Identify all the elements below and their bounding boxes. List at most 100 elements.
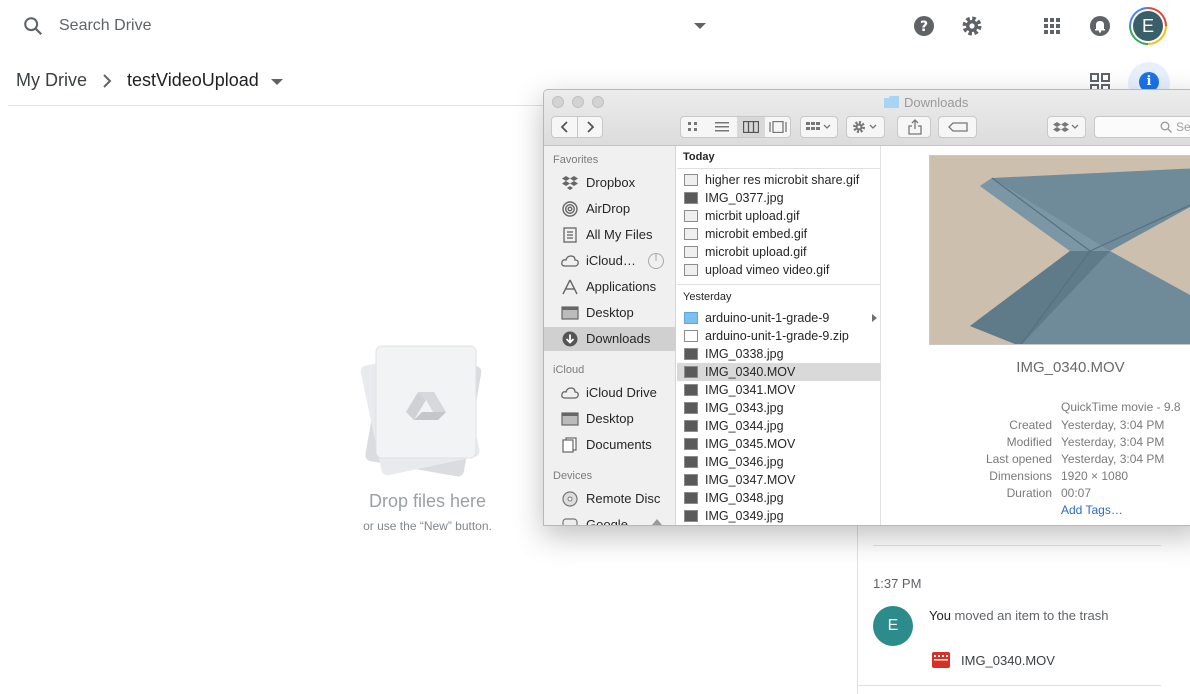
minimize-window-button[interactable] [572,96,584,108]
view-mode-segmented[interactable] [680,116,791,138]
breadcrumb-my-drive[interactable]: My Drive [16,70,87,91]
zoom-window-button[interactable] [592,96,604,108]
file-row[interactable]: arduino-unit-1-grade-9.zip [677,327,881,345]
sidebar-item-desktop[interactable]: Desktop [544,301,676,325]
file-name: micrbit upload.gif [705,209,800,223]
sidebar-item-dropbox[interactable]: Dropbox [544,171,676,195]
sidebar-item-label: Desktop [586,411,634,426]
meta-key-created: Created [1009,418,1052,432]
file-name: IMG_0340.MOV [705,365,796,379]
cloud-icon [561,387,579,399]
file-row-selected[interactable]: IMG_0340.MOV [677,363,881,381]
sidebar-item-icloud-drive[interactable]: iCloud Drive [544,381,676,405]
back-chevron-icon[interactable] [558,120,572,134]
gallery-view-icon[interactable] [769,121,787,133]
disclosure-arrow-icon [872,314,877,322]
sidebar-item-label: Downloads [586,331,651,346]
activity-time: 1:37 PM [873,576,922,591]
share-button[interactable] [897,116,931,138]
tag-icon [948,122,968,132]
sidebar-item-label: Dropbox [586,175,636,190]
help-icon[interactable]: ? [912,14,936,38]
meta-key-duration: Duration [1006,486,1052,500]
gear-icon [853,121,877,133]
column-view-icon[interactable] [743,121,759,133]
sidebar-item-label: All My Files [586,227,653,242]
folder-menu-caret-icon[interactable] [271,79,283,85]
desktop-icon [561,412,579,426]
account-avatar[interactable]: E [1129,7,1167,45]
sidebar-heading-icloud: iCloud [553,364,585,376]
settings-gear-icon[interactable] [960,14,984,38]
search-input[interactable]: Search Drive [59,17,151,35]
gif-file-icon [684,210,698,222]
search-options-caret-icon[interactable] [694,23,706,29]
sidebar-item-icloud[interactable]: iCloud… [544,249,676,273]
add-tags-link[interactable]: Add Tags… [1061,503,1123,517]
forward-chevron-icon[interactable] [583,120,597,134]
file-name: IMG_0346.jpg [705,455,784,469]
file-row[interactable]: IMG_0338.jpg [677,345,881,363]
chevron-right-icon [103,74,112,88]
all-files-icon [563,227,577,243]
file-name: IMG_0338.jpg [705,347,784,361]
group-separator [677,168,881,169]
file-row[interactable]: IMG_0345.MOV [677,435,881,453]
file-row[interactable]: IMG_0341.MOV [677,381,881,399]
edit-tags-button[interactable] [938,116,977,138]
sidebar-item-airdrop[interactable]: AirDrop [544,197,676,221]
search-icon[interactable] [22,15,44,37]
documents-icon [562,437,577,453]
image-file-icon [684,192,698,204]
apps-grid-icon[interactable] [1040,14,1064,38]
dropbox-menu-button[interactable] [1047,116,1086,138]
eject-icon[interactable] [652,519,662,526]
sidebar-item-all-my-files[interactable]: All My Files [544,223,676,247]
activity-file-link[interactable]: IMG_0340.MOV [961,653,1055,668]
finder-search-field[interactable]: Se [1094,116,1190,138]
file-row[interactable]: IMG_0346.jpg [677,453,881,471]
sidebar-item-remote-disc[interactable]: Remote Disc [544,487,676,511]
sidebar-heading-devices: Devices [553,470,593,482]
file-row[interactable]: microbit upload.gif [677,243,881,261]
sidebar-item-google[interactable]: Google… [544,513,676,526]
sidebar-item-applications[interactable]: Applications [544,275,676,299]
action-gear-button[interactable] [846,116,885,138]
preview-file-kind: QuickTime movie - 9.8 [1061,400,1181,414]
back-forward-buttons[interactable] [551,116,603,138]
icon-view-icon[interactable] [687,121,701,133]
sync-progress-icon [648,253,664,269]
airdrop-icon [562,201,578,217]
file-name: IMG_0345.MOV [705,437,796,451]
close-window-button[interactable] [552,96,564,108]
finder-window[interactable]: Downloads Se Favorites Dropbox AirDrop A… [543,89,1190,526]
file-name: upload vimeo video.gif [705,263,830,277]
file-row[interactable]: IMG_0348.jpg [677,489,881,507]
file-row[interactable]: microbit embed.gif [677,225,881,243]
desktop-icon [561,306,579,320]
sidebar-item-icloud-desktop[interactable]: Desktop [544,407,676,431]
file-name: IMG_0343.jpg [705,401,784,415]
file-row[interactable]: IMG_0343.jpg [677,399,881,417]
file-row[interactable]: IMG_0347.MOV [677,471,881,489]
file-row[interactable]: IMG_0344.jpg [677,417,881,435]
list-view-icon[interactable] [715,121,729,133]
breadcrumb-current-folder[interactable]: testVideoUpload [127,70,259,91]
video-preview-thumbnail[interactable] [929,155,1190,345]
file-row[interactable]: IMG_0349.jpg [677,507,881,525]
file-row[interactable]: IMG_0377.jpg [677,189,881,207]
sidebar-item-downloads[interactable]: Downloads [544,327,676,351]
arrange-button[interactable] [800,116,838,138]
file-name: arduino-unit-1-grade-9.zip [705,329,849,343]
file-name: microbit upload.gif [705,245,807,259]
file-row[interactable]: micrbit upload.gif [677,207,881,225]
file-row[interactable]: higher res microbit share.gif [677,171,881,189]
sidebar-item-documents[interactable]: Documents [544,433,676,457]
finder-sidebar: Favorites Dropbox AirDrop All My Files i… [544,146,676,526]
notifications-bell-icon[interactable] [1088,14,1112,38]
file-row[interactable]: upload vimeo video.gif [677,261,881,279]
video-frame-image [930,156,1190,344]
gif-file-icon [684,228,698,240]
svg-text:?: ? [920,19,928,35]
folder-row[interactable]: arduino-unit-1-grade-9 [677,309,881,327]
